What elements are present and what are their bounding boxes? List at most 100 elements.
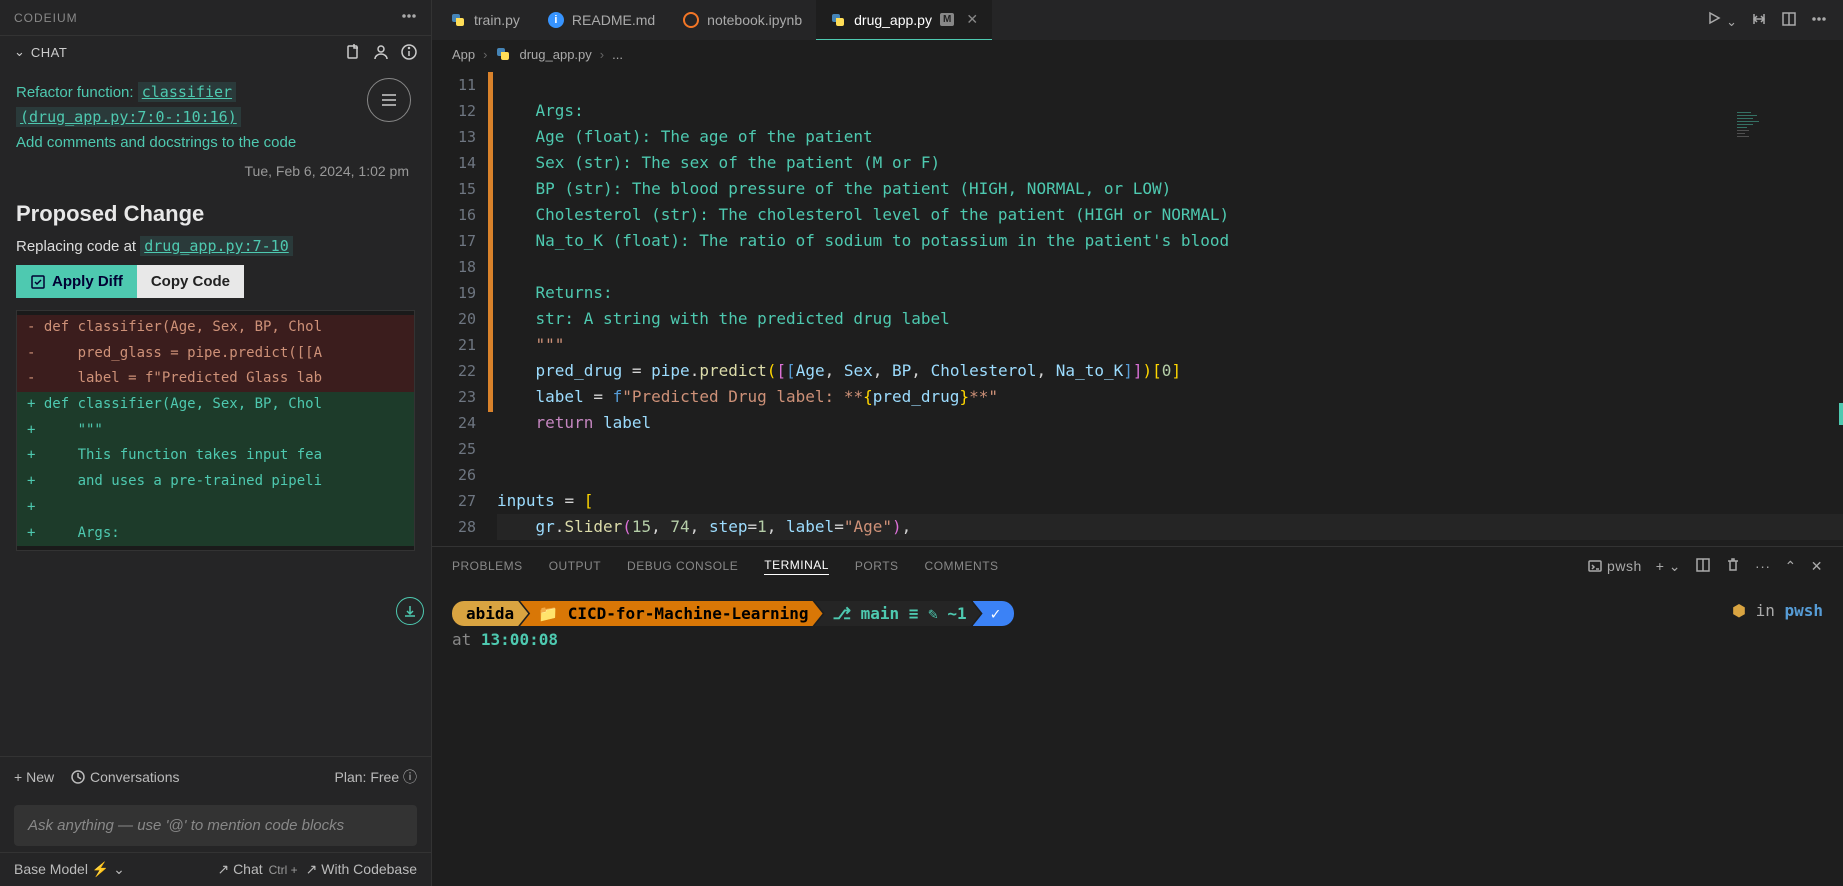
terminal-right-status: ⬢ in pwsh (1732, 601, 1823, 620)
more-icon[interactable] (401, 8, 417, 27)
panel-tab-problems[interactable]: PROBLEMS (452, 559, 523, 573)
editor-wrap[interactable]: 111213141516171819202122232425262728 Arg… (432, 68, 1843, 546)
close-panel-icon[interactable]: ✕ (1811, 558, 1823, 575)
terminal-prompt: abida 📁 CICD-for-Machine-Learning ⎇ main… (452, 601, 1823, 626)
message-timestamp: Tue, Feb 6, 2024, 1:02 pm (16, 163, 415, 179)
code-line[interactable]: BP (str): The blood pressure of the pati… (497, 176, 1843, 202)
tab-notebook-ipynb[interactable]: notebook.ipynb (669, 0, 816, 40)
panel-tab-comments[interactable]: COMMENTS (925, 559, 999, 573)
kill-terminal-icon[interactable] (1725, 557, 1741, 576)
panel-tab-terminal[interactable]: TERMINAL (764, 558, 829, 575)
refactor-message-2: (drug_app.py:7:0-:10:16) (16, 105, 415, 130)
line-number: 18 (432, 254, 476, 280)
line-number: 17 (432, 228, 476, 254)
code-line[interactable]: Na_to_K (float): The ratio of sodium to … (497, 228, 1843, 254)
minimap[interactable]: ▬▬▬▬▬▬▬▬▬▬▬▬▬▬▬▬▬▬▬▬▬▬▬▬▬▬▬▬▬▬▬▬▬▬▬▬▬▬▬▬… (1733, 108, 1843, 358)
new-conversation-button[interactable]: + New (14, 769, 54, 785)
terminal-shell-label[interactable]: pwsh (1587, 558, 1642, 574)
code-line[interactable]: Cholesterol (str): The cholesterol level… (497, 202, 1843, 228)
modification-indicator (488, 72, 493, 412)
breadcrumb-root[interactable]: App (452, 47, 475, 62)
split-editor-icon[interactable] (1781, 11, 1797, 30)
sidebar-footer-row: + New Conversations Plan: Free ⓘ (0, 756, 431, 797)
code-line[interactable]: inputs = [ (497, 488, 1843, 514)
diff-line: + This function takes input fea (17, 443, 414, 469)
maximize-panel-icon[interactable]: ⌃ (1785, 558, 1797, 575)
comment-prompt: Add comments and docstrings to the code (16, 134, 415, 151)
line-number: 23 (432, 384, 476, 410)
chat-input[interactable]: Ask anything — use '@' to mention code b… (14, 805, 417, 846)
line-number: 12 (432, 98, 476, 124)
line-number: 27 (432, 488, 476, 514)
prompt-branch: ⎇ main ≡ ✎ ~1 (815, 601, 981, 626)
conversations-button[interactable]: Conversations (70, 769, 179, 785)
line-gutter: 111213141516171819202122232425262728 (432, 68, 488, 546)
base-model-selector[interactable]: Base Model ⚡ ⌄ (14, 861, 125, 878)
code-line[interactable] (497, 72, 1843, 98)
bottom-panel: PROBLEMS OUTPUT DEBUG CONSOLE TERMINAL PORTS… (432, 546, 1843, 886)
code-line[interactable] (497, 436, 1843, 462)
with-codebase-button[interactable]: ↗ With Codebase (306, 861, 417, 878)
run-icon[interactable]: ⌄ (1706, 10, 1737, 30)
code-line[interactable]: Sex (str): The sex of the patient (M or … (497, 150, 1843, 176)
breadcrumb[interactable]: App › drug_app.py › ... (432, 40, 1843, 68)
diff-line: + Args: (17, 521, 414, 547)
refactor-link-2[interactable]: (drug_app.py:7:0-:10:16) (16, 107, 241, 127)
diff-line: - def classifier(Age, Sex, BP, Chol (17, 315, 414, 341)
code-line[interactable]: label = f"Predicted Drug label: **{pred_… (497, 384, 1843, 410)
user-icon[interactable] (373, 44, 389, 60)
tab-more-icon[interactable] (1811, 11, 1827, 30)
tab-drug_app-py[interactable]: drug_app.pyM✕ (816, 0, 992, 40)
code-line[interactable]: Args: (497, 98, 1843, 124)
code-line[interactable]: pred_drug = pipe.predict([[Age, Sex, BP,… (497, 358, 1843, 384)
compare-icon[interactable] (1751, 11, 1767, 30)
code-line[interactable] (497, 254, 1843, 280)
tab-README-md[interactable]: iREADME.md (534, 0, 669, 40)
diff-line: + and uses a pre-trained pipeli (17, 469, 414, 495)
chevron-down-icon: ⌄ (14, 44, 25, 60)
code-line[interactable]: str: A string with the predicted drug la… (497, 306, 1843, 332)
new-file-icon[interactable] (345, 44, 361, 60)
hamburger-menu-button[interactable] (367, 78, 411, 122)
download-icon[interactable] (396, 597, 424, 625)
tab-train-py[interactable]: train.py (436, 0, 534, 40)
code-line[interactable] (497, 462, 1843, 488)
panel-tab-output[interactable]: OUTPUT (549, 559, 601, 573)
plan-label[interactable]: Plan: Free ⓘ (335, 767, 417, 787)
new-terminal-icon[interactable]: + ⌄ (1656, 558, 1681, 575)
refactor-link-1[interactable]: classifier (138, 82, 236, 102)
replacing-file-link[interactable]: drug_app.py:7-10 (140, 236, 293, 256)
code-line[interactable]: """ (497, 332, 1843, 358)
panel-tab-debug-console[interactable]: DEBUG CONSOLE (627, 559, 738, 573)
proposed-title: Proposed Change (16, 201, 415, 227)
line-number: 25 (432, 436, 476, 462)
tab-actions: ⌄ (1706, 10, 1843, 30)
split-terminal-icon[interactable] (1695, 557, 1711, 576)
python-icon (495, 46, 511, 62)
breadcrumb-tail[interactable]: ... (612, 47, 623, 62)
terminal-body[interactable]: abida 📁 CICD-for-Machine-Learning ⎇ main… (432, 585, 1843, 886)
code-line[interactable]: return label (497, 410, 1843, 436)
jupyter-icon (683, 12, 699, 28)
line-number: 16 (432, 202, 476, 228)
panel-more-icon[interactable]: ··· (1755, 558, 1771, 574)
panel-tab-ports[interactable]: PORTS (855, 559, 899, 573)
code-line[interactable]: Age (float): The age of the patient (497, 124, 1843, 150)
line-number: 20 (432, 306, 476, 332)
close-tab-icon[interactable]: ✕ (966, 11, 978, 28)
line-number: 21 (432, 332, 476, 358)
chat-section-header[interactable]: ⌄ CHAT (0, 35, 431, 68)
code-line[interactable]: gr.Slider(15, 74, step=1, label="Age"), (497, 514, 1843, 540)
code-line[interactable]: Returns: (497, 280, 1843, 306)
replacing-line: Replacing code at drug_app.py:7-10 (16, 237, 415, 255)
panel-tabs: PROBLEMS OUTPUT DEBUG CONSOLE TERMINAL PORTS… (432, 547, 1843, 585)
code-area[interactable]: Args: Age (float): The age of the patien… (497, 68, 1843, 546)
apply-diff-button[interactable]: Apply Diff (16, 265, 137, 298)
copy-code-button[interactable]: Copy Code (137, 265, 244, 298)
info-icon[interactable] (401, 44, 417, 60)
breadcrumb-file[interactable]: drug_app.py (519, 47, 591, 62)
diff-line: + """ (17, 418, 414, 444)
chat-shortcut[interactable]: ↗ Chat (217, 861, 262, 878)
python-icon (830, 12, 846, 28)
codeium-sidebar: CODEIUM ⌄ CHAT Refactor function: classi… (0, 0, 432, 886)
